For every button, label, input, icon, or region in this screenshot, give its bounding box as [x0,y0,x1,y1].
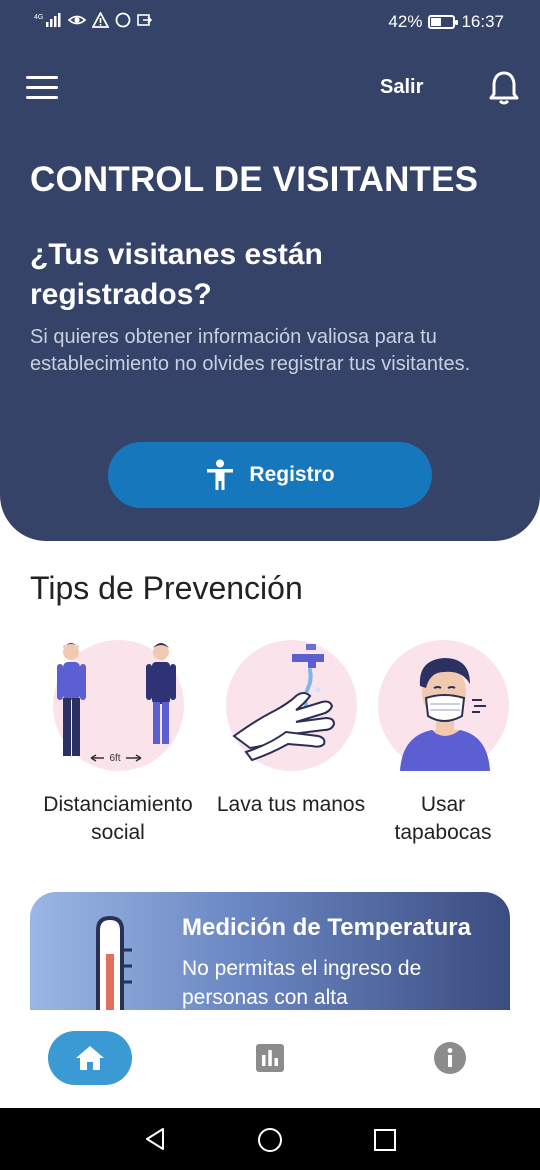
status-icons-right: 42% 16:37 [388,12,504,32]
recent-apps-icon[interactable] [373,1128,397,1152]
bottom-navigation [0,1010,540,1108]
tip-label: Lava tus manos [216,793,366,816]
hand-washing-illustration [225,640,357,771]
person-icon [207,459,234,490]
system-navigation-bar [0,1108,540,1170]
temperature-card-title: Medición de Temperatura [182,914,471,941]
face-mask-illustration [377,640,509,771]
status-icons-left: 4G [34,12,155,28]
info-icon [434,1042,466,1074]
nav-home-button[interactable] [48,1031,132,1085]
tip-label: Usar tapabocas [394,793,492,844]
social-distancing-illustration: 6ft [52,640,184,771]
tip-hand-washing[interactable]: Lava tus manos [213,640,369,819]
signal-icon: 4G [34,13,61,27]
eye-icon [68,15,86,25]
bar-chart-icon [256,1044,284,1072]
tip-social-distancing[interactable]: 6ft Distanciamiento social [30,640,206,847]
status-bar: 4G 42% 16:37 [0,0,540,46]
logout-button[interactable]: Salir [380,76,423,99]
nav-info-button[interactable] [434,1042,466,1074]
battery-percent: 42% [388,12,423,31]
page-title: CONTROL DE VISITANTES [30,160,479,199]
tip-label: Distanciamiento social [43,793,193,844]
battery-icon [428,15,459,29]
sync-icon [137,14,153,26]
tip-face-mask[interactable]: Usar tapabocas [374,640,512,847]
home-icon [76,1046,104,1070]
warning-icon [92,12,109,28]
register-button-label: Registro [249,463,335,486]
battery-level [431,18,442,26]
hero-question: ¿Tus visitanes están registrados? [30,238,323,311]
hero-description: Si quieres obtener información valiosa p… [30,326,471,375]
clock: 16:37 [461,12,504,31]
svg-text:4G: 4G [34,14,43,21]
back-icon[interactable] [143,1127,167,1151]
svg-text:6ft: 6ft [109,753,120,764]
hamburger-menu-icon[interactable] [26,76,58,100]
nav-stats-button[interactable] [256,1044,284,1072]
home-system-icon[interactable] [257,1127,283,1153]
tips-title: Tips de Prevención [30,570,303,606]
temperature-card-description: No permitas el ingreso de personas con a… [182,957,422,1009]
bell-icon[interactable] [488,70,520,106]
circle-icon [115,12,131,28]
register-button[interactable]: Registro [108,442,432,508]
